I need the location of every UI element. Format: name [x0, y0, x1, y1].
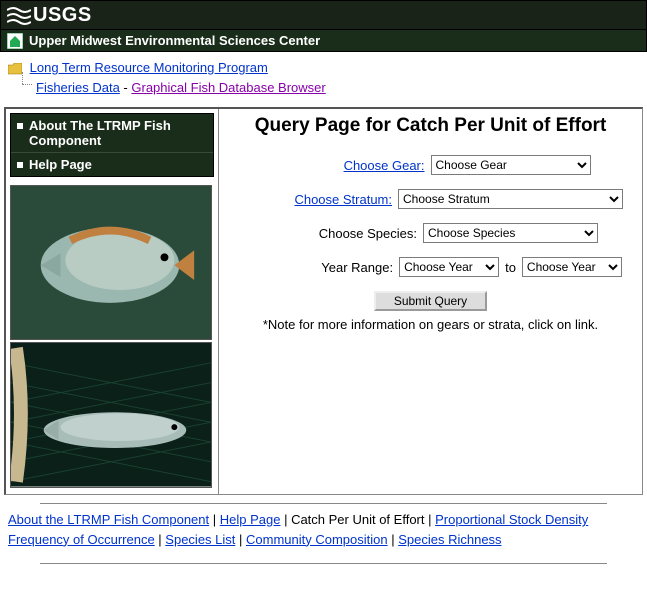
species-select[interactable]: Choose Species	[423, 223, 598, 243]
sidebar-item-label: Help Page	[29, 157, 92, 172]
breadcrumb-level2b[interactable]: Graphical Fish Database Browser	[131, 80, 325, 95]
sidebar-images	[10, 185, 214, 488]
breadcrumb-level1[interactable]: Long Term Resource Monitoring Program	[30, 60, 268, 75]
submit-button[interactable]: Submit Query	[374, 291, 487, 311]
note-text: *Note for more information on gears or s…	[227, 317, 634, 332]
stratum-label-link[interactable]: Choose Stratum:	[294, 192, 392, 207]
usgs-logo: USGS	[7, 4, 92, 27]
org-name: USGS	[33, 4, 92, 27]
sidebar-menu: About The LTRMP Fish Component Help Page	[10, 113, 214, 177]
sidebar-item-help[interactable]: Help Page	[11, 153, 213, 176]
bullet-icon	[17, 123, 23, 129]
bullet-icon	[17, 162, 23, 168]
row-year: Year Range: Choose Year to Choose Year	[227, 257, 634, 277]
footer-links: About the LTRMP Fish Component | Help Pa…	[0, 508, 647, 555]
submit-row: Submit Query	[227, 291, 634, 311]
breadcrumb: Long Term Resource Monitoring Program Fi…	[0, 52, 647, 107]
gear-select[interactable]: Choose Gear	[431, 155, 591, 175]
year-to-select[interactable]: Choose Year	[522, 257, 622, 277]
row-gear: Choose Gear: Choose Gear	[227, 155, 634, 175]
breadcrumb-sep: -	[120, 80, 132, 95]
center-name: Upper Midwest Environmental Sciences Cen…	[29, 33, 320, 48]
footer-divider-top	[40, 503, 607, 504]
footer-link[interactable]: Species Richness	[398, 532, 501, 547]
stratum-select[interactable]: Choose Stratum	[398, 189, 623, 209]
main-panel: Query Page for Catch Per Unit of Effort …	[219, 109, 642, 494]
species-label: Choose Species:	[263, 226, 423, 241]
folder-icon	[8, 63, 22, 75]
fish-photo-2	[10, 342, 212, 488]
year-sep: to	[499, 260, 522, 275]
header-bar: USGS	[0, 0, 647, 30]
footer-divider-bottom	[40, 563, 607, 564]
footer-link[interactable]: Species List	[165, 532, 235, 547]
sidebar-item-about[interactable]: About The LTRMP Fish Component	[11, 114, 213, 153]
home-icon[interactable]	[7, 33, 23, 49]
content-wrap: About The LTRMP Fish Component Help Page	[4, 107, 643, 495]
fish-photo-1	[10, 185, 212, 340]
footer-link[interactable]: About the LTRMP Fish Component	[8, 512, 209, 527]
sidebar: About The LTRMP Fish Component Help Page	[6, 109, 219, 494]
sub-header-bar: Upper Midwest Environmental Sciences Cen…	[0, 30, 647, 52]
footer-link[interactable]: Proportional Stock Density	[435, 512, 588, 527]
footer-link[interactable]: Help Page	[220, 512, 281, 527]
gear-label-link[interactable]: Choose Gear:	[344, 158, 425, 173]
row-species: Choose Species: Choose Species	[227, 223, 634, 243]
year-from-select[interactable]: Choose Year	[399, 257, 499, 277]
breadcrumb-level2a[interactable]: Fisheries Data	[36, 80, 120, 95]
page-title: Query Page for Catch Per Unit of Effort	[227, 115, 634, 137]
year-label: Year Range:	[239, 260, 399, 275]
footer-current: Catch Per Unit of Effort	[291, 512, 424, 527]
usgs-wave-icon	[7, 4, 31, 26]
sidebar-item-label: About The LTRMP Fish Component	[29, 118, 207, 148]
row-stratum: Choose Stratum: Choose Stratum	[227, 189, 634, 209]
footer-link[interactable]: Community Composition	[246, 532, 388, 547]
footer-link[interactable]: Frequency of Occurrence	[8, 532, 155, 547]
